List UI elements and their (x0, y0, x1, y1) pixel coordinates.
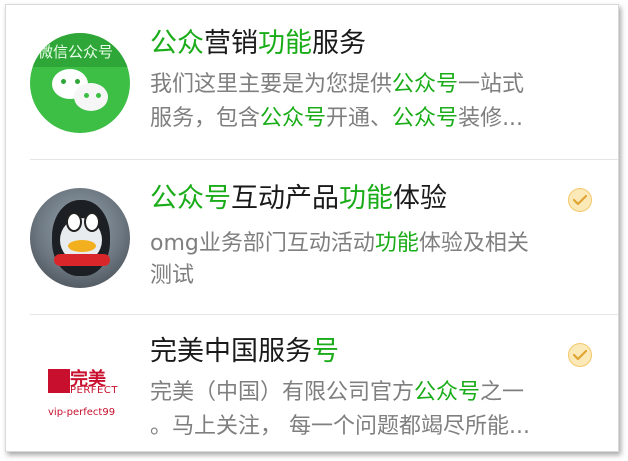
desc-part: omg业务部门互动活动 (150, 231, 375, 256)
title-part: 功能 (339, 183, 393, 214)
perfect-logo-icon: 完美 PERFECT vip-perfect99 (30, 335, 130, 435)
logo-url: vip-perfect99 (48, 407, 116, 418)
desc-part: 功能 (374, 231, 419, 256)
desc-part: 开通、 (326, 106, 393, 131)
account-title[interactable]: 公众营销功能服务 (150, 27, 366, 61)
logo-en: PERFECT (70, 385, 118, 396)
title-part: 体验 (393, 183, 447, 214)
desc-part: 公众号 (414, 380, 481, 405)
desc-part: 测试 (150, 263, 195, 288)
account-description-line-2: 测试 (150, 260, 580, 292)
verified-badge-icon (568, 343, 592, 367)
account-description-line-1: omg业务部门互动活动功能体验及相关 (150, 228, 580, 260)
account-description-line-2: 服务，包含公众号开通、公众号装修... (150, 103, 580, 135)
desc-part: 完美（中国）有限公司官方 (150, 380, 415, 405)
avatar-penguin (30, 188, 130, 288)
account-description-line-2: 。马上关注， 每一个问题都竭尽所能... (150, 411, 580, 443)
desc-part: 装修... (458, 106, 524, 131)
title-part: 互动产品 (231, 183, 339, 214)
title-part: 公众号 (150, 183, 231, 214)
desc-part: 。马上关注， 每一个问题都竭尽所能... (150, 414, 530, 439)
result-item-1[interactable]: 微信公众号 公众营销功能服务 我们这里主要是为您提供公众号一站式 服务，包含公众… (6, 5, 618, 159)
result-item-2[interactable]: 公众号互动产品功能体验 omg业务部门互动活动功能体验及相关 测试 (6, 160, 618, 314)
title-part: 号 (312, 336, 339, 367)
desc-part: 之一 (480, 380, 525, 405)
avatar-wechat: 微信公众号 (30, 33, 130, 133)
search-results-list: 微信公众号 公众营销功能服务 我们这里主要是为您提供公众号一站式 服务，包含公众… (5, 4, 619, 452)
avatar-perfect-logo: 完美 PERFECT vip-perfect99 (30, 335, 130, 435)
verified-badge-icon (568, 188, 592, 212)
desc-part: 公众号 (260, 106, 327, 131)
desc-part: 服务，包含 (150, 106, 261, 131)
title-part: 完美中国服务 (150, 336, 312, 367)
title-part: 营销 (204, 28, 258, 59)
desc-part: 我们这里主要是为您提供 (150, 72, 393, 97)
title-part: 服务 (312, 28, 366, 59)
desc-part: 公众号 (392, 72, 459, 97)
title-part: 公众 (150, 28, 204, 59)
wechat-logo-icon: 微信公众号 (30, 33, 130, 133)
account-title[interactable]: 完美中国服务号 (150, 335, 339, 369)
avatar-caption: 微信公众号 (38, 43, 114, 61)
desc-part: 公众号 (392, 106, 459, 131)
desc-part: 体验及相关 (418, 231, 529, 256)
desc-part: 一站式 (458, 72, 525, 97)
title-part: 功能 (258, 28, 312, 59)
account-description-line-1: 我们这里主要是为您提供公众号一站式 (150, 69, 580, 101)
result-item-3[interactable]: 完美 PERFECT vip-perfect99 完美中国服务号 完美（中国）有… (6, 315, 618, 451)
account-description-line-1: 完美（中国）有限公司官方公众号之一 (150, 377, 580, 409)
account-title[interactable]: 公众号互动产品功能体验 (150, 182, 447, 216)
penguin-icon (30, 188, 130, 288)
